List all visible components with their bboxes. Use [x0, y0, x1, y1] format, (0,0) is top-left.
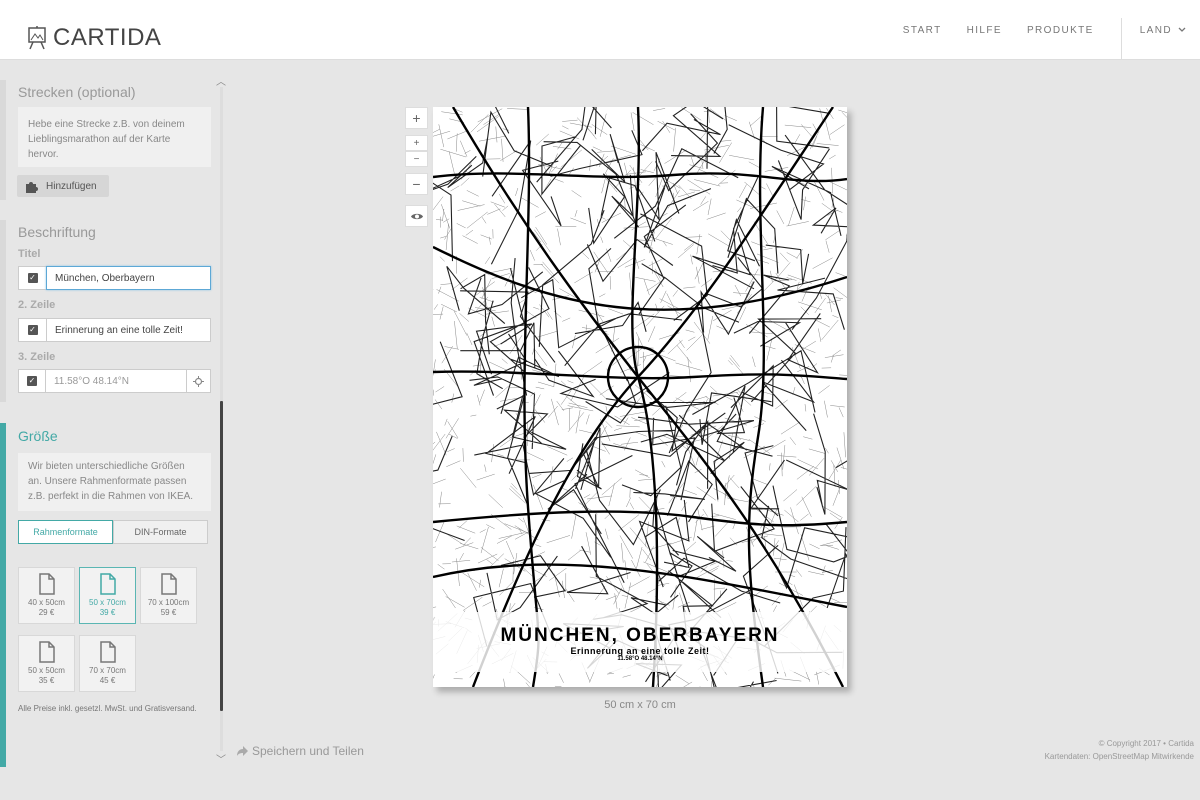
format-tabs: Rahmenformate DIN-Formate [18, 520, 208, 544]
title-row: ✓ [18, 266, 211, 290]
sidebar: Strecken (optional) Hebe eine Strecke z.… [0, 80, 218, 770]
eye-icon [410, 213, 423, 219]
tab-din-formate[interactable]: DIN-Formate [113, 520, 208, 544]
preview-button[interactable] [405, 205, 428, 227]
groesse-info: Wir bieten unterschiedliche Größen an. U… [18, 453, 211, 511]
header: CARTIDA START HILFE PRODUKTE LAND [0, 0, 1200, 60]
title-checkbox[interactable]: ✓ [18, 266, 46, 290]
sidebar-scrollbar[interactable]: ︿ ﹀ [216, 73, 228, 767]
section-title-beschriftung: Beschriftung [18, 224, 96, 240]
line3-checkbox[interactable]: ✓ [18, 369, 45, 393]
line3-row: ✓ [18, 369, 211, 393]
poster-coords: 11.58°O 48.14°N [617, 656, 663, 662]
label-titel: Titel [18, 248, 41, 260]
size-dim: 50 x 70cm [89, 598, 126, 607]
label-zeile-2: 2. Zeile [18, 299, 56, 311]
line2-checkbox[interactable]: ✓ [18, 318, 46, 342]
line2-row: ✓ [18, 318, 211, 342]
price-note: Alle Preise inkl. gesetzl. MwSt. und Gra… [18, 704, 197, 713]
footer-credits: © Copyright 2017 • Cartida Kartendaten: … [1045, 737, 1194, 763]
document-icon [160, 573, 177, 595]
poster-subtitle: Erinnerung an eine tolle Zeit! [570, 646, 710, 656]
poster-size-caption: 50 cm x 70 cm [604, 699, 676, 711]
nav-start[interactable]: START [903, 25, 942, 36]
scroll-up-icon[interactable]: ︿ [216, 73, 226, 88]
puzzle-icon [26, 181, 38, 193]
secondary-streets [433, 107, 847, 687]
main-nav: START HILFE PRODUKTE LAND [903, 0, 1200, 60]
check-icon: ✓ [27, 325, 38, 335]
size-option-50x70[interactable]: 50 x 70cm 39 € [79, 567, 136, 624]
map-controls: + + − − [405, 107, 428, 227]
size-option-70x100[interactable]: 70 x 100cm 59 € [140, 567, 197, 624]
check-icon: ✓ [26, 376, 37, 386]
scroll-down-icon[interactable]: ﹀ [216, 751, 226, 766]
size-option-70x70[interactable]: 70 x 70cm 45 € [79, 635, 136, 692]
section-indicator-groesse [0, 423, 6, 767]
scroll-thumb[interactable] [220, 401, 223, 711]
label-zeile-3: 3. Zeile [18, 351, 56, 363]
add-route-label: Hinzufügen [46, 180, 97, 192]
major-road [523, 107, 540, 687]
map-poster[interactable]: MÜNCHEN, OBERBAYERN Erinnerung an eine t… [433, 107, 847, 687]
zoom-in-small-button[interactable]: + [405, 135, 428, 151]
tab-rahmenformate[interactable]: Rahmenformate [18, 520, 113, 544]
poster-label: MÜNCHEN, OBERBAYERN Erinnerung an eine t… [433, 625, 847, 662]
copyright-text: © Copyright 2017 • Cartida [1098, 739, 1194, 748]
locate-button[interactable] [186, 369, 211, 393]
section-indicator-strecken [0, 80, 6, 200]
size-price: 45 € [99, 676, 116, 685]
line3-input[interactable] [44, 369, 187, 393]
nav-divider [1120, 18, 1122, 60]
easel-logo-icon [28, 26, 46, 50]
document-icon [38, 641, 55, 663]
crosshair-icon [192, 375, 204, 387]
nav-land-dropdown[interactable]: LAND [1140, 25, 1186, 36]
check-icon: ✓ [27, 273, 38, 283]
logo[interactable]: CARTIDA [27, 24, 161, 52]
document-icon [99, 573, 116, 595]
section-title-groesse: Größe [18, 428, 58, 444]
logo-text: CARTIDA [53, 24, 162, 51]
zoom-in-button[interactable]: + [405, 107, 428, 129]
nav-hilfe[interactable]: HILFE [967, 25, 1002, 36]
section-indicator-beschriftung [0, 220, 6, 402]
map-data-credit: Kartendaten: OpenStreetMap Mitwirkende [1044, 752, 1194, 761]
zoom-out-small-button[interactable]: − [405, 151, 428, 167]
document-icon [99, 641, 116, 663]
size-dim: 70 x 100cm [147, 598, 190, 607]
line2-input[interactable] [46, 318, 211, 342]
size-option-40x50[interactable]: 40 x 50cm 29 € [18, 567, 75, 624]
major-road [451, 107, 845, 687]
save-share-button[interactable]: Speichern und Teilen [236, 744, 364, 758]
section-title-strecken: Strecken (optional) [18, 84, 136, 100]
title-input[interactable] [46, 266, 211, 290]
chevron-down-icon [1178, 27, 1186, 32]
size-dim: 40 x 50cm [28, 598, 65, 607]
add-route-button[interactable]: Hinzufügen [17, 175, 109, 197]
poster-title: MÜNCHEN, OBERBAYERN [500, 625, 780, 646]
nav-produkte[interactable]: PRODUKTE [1027, 25, 1094, 36]
size-price: 39 € [99, 608, 116, 617]
share-icon [237, 745, 248, 756]
city-map [433, 107, 847, 687]
document-icon [38, 573, 55, 595]
size-price: 29 € [38, 608, 55, 617]
size-price: 35 € [38, 676, 55, 685]
zoom-out-button[interactable]: − [405, 173, 428, 195]
nav-land-label: LAND [1139, 24, 1172, 36]
size-dim: 70 x 70cm [89, 666, 126, 675]
size-dim: 50 x 50cm [28, 666, 65, 675]
save-share-label: Speichern und Teilen [252, 744, 364, 758]
strecken-info: Hebe eine Strecke z.B. von deinem Liebli… [18, 107, 211, 167]
size-price: 59 € [160, 608, 177, 617]
size-option-50x50[interactable]: 50 x 50cm 35 € [18, 635, 75, 692]
